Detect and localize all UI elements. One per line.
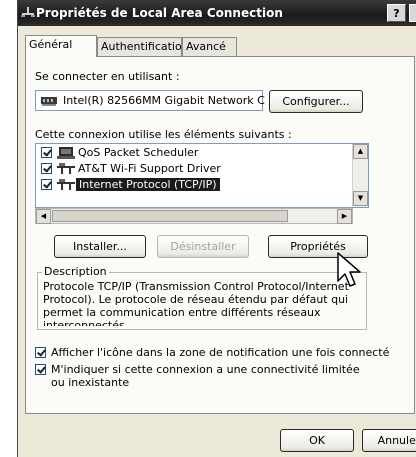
scroll-right-icon[interactable]: ▶: [337, 209, 352, 224]
att-driver-checkbox[interactable]: [41, 163, 52, 174]
network-protocol-icon: [57, 163, 75, 174]
help-button[interactable]: ?: [387, 4, 406, 22]
close-button[interactable]: [409, 4, 416, 22]
component-label: QoS Packet Scheduler: [78, 146, 199, 159]
show-icon-checkbox[interactable]: [35, 347, 46, 358]
mouse-pointer-icon: [337, 252, 361, 287]
connect-using-label: Se connecter en utilisant :: [35, 70, 180, 83]
adapter-name: Intel(R) 82566MM Gigabit Network C: [63, 94, 265, 107]
description-group: Description Protocole TCP/IP (Transmissi…: [37, 265, 367, 330]
list-horizontal-scrollbar[interactable]: ◀ ▶: [35, 208, 353, 224]
general-tab-panel: Se connecter en utilisant : Intel(R) 825…: [25, 56, 415, 414]
properties-dialog: Propriétés de Local Area Connection ? Gé…: [17, 0, 416, 457]
window-title: Propriétés de Local Area Connection: [36, 6, 283, 20]
notify-limited-label: M'indiquer si cette connexion a une conn…: [51, 363, 360, 389]
notify-limited-checkbox[interactable]: [35, 364, 46, 375]
network-protocol-icon: [57, 179, 75, 190]
uninstall-button[interactable]: Désinstaller: [157, 235, 249, 258]
ok-button[interactable]: OK: [280, 429, 354, 452]
scheduler-icon: [57, 147, 75, 159]
scroll-down-icon[interactable]: ▼: [353, 191, 368, 206]
list-vertical-scrollbar[interactable]: ▲ ▼: [352, 144, 368, 207]
network-connection-icon: [21, 7, 35, 17]
install-button[interactable]: Installer...: [54, 235, 146, 258]
component-label: Internet Protocol (TCP/IP): [76, 178, 220, 191]
adapter-field: Intel(R) 82566MM Gigabit Network C: [35, 90, 265, 111]
list-item-att-driver[interactable]: AT&T Wi-Fi Support Driver: [38, 161, 348, 177]
components-label: Cette connexion utilise les éléments sui…: [35, 128, 292, 141]
qos-checkbox[interactable]: [41, 147, 52, 158]
network-adapter-icon: [41, 97, 57, 106]
tab-authentication[interactable]: Authentification: [97, 37, 189, 56]
list-item-tcpip[interactable]: Internet Protocol (TCP/IP): [38, 177, 348, 193]
component-label: AT&T Wi-Fi Support Driver: [78, 162, 221, 175]
cancel-button[interactable]: Annuler: [362, 429, 416, 452]
title-bar[interactable]: Propriétés de Local Area Connection ?: [18, 0, 416, 26]
list-item-qos[interactable]: QoS Packet Scheduler: [38, 145, 348, 161]
tab-general[interactable]: Général: [25, 35, 97, 57]
description-title: Description: [42, 265, 109, 278]
tab-advanced[interactable]: Avancé: [182, 37, 237, 56]
components-list[interactable]: QoS Packet Scheduler AT&T Wi-Fi Support …: [35, 143, 369, 208]
tcpip-checkbox[interactable]: [41, 179, 52, 190]
scroll-left-icon[interactable]: ◀: [36, 209, 51, 224]
description-text: Protocole TCP/IP (Transmission Control P…: [43, 280, 349, 326]
show-icon-label: Afficher l'icône dans la zone de notific…: [51, 346, 390, 359]
scroll-up-icon[interactable]: ▲: [353, 144, 368, 159]
scroll-thumb[interactable]: [52, 210, 288, 222]
configure-button[interactable]: Configurer...: [269, 90, 363, 113]
